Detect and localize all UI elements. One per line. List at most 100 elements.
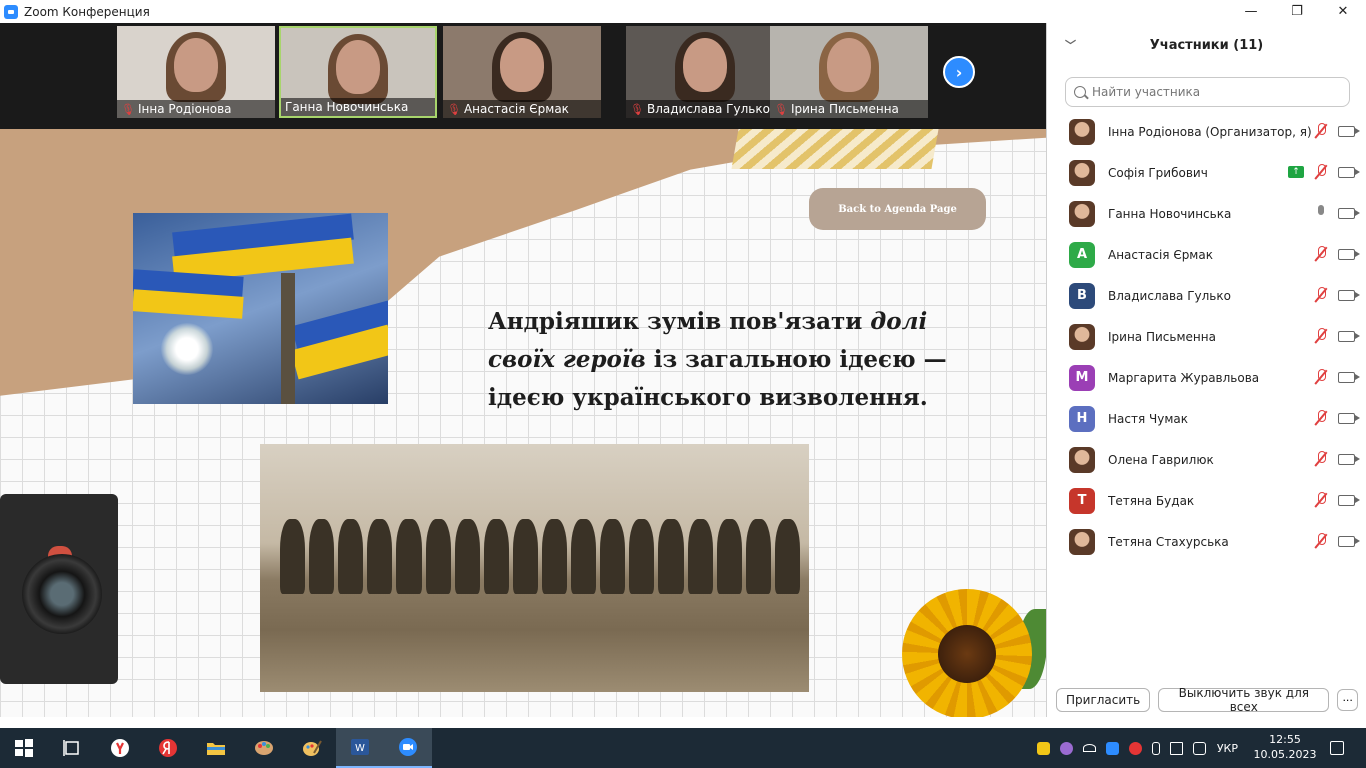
avatar: А: [1069, 241, 1095, 268]
battery-icon[interactable]: [1192, 741, 1206, 755]
more-options-button[interactable]: ···: [1337, 689, 1358, 711]
avatar: [1069, 200, 1095, 227]
word-icon: W: [351, 739, 369, 755]
video-thumbnail[interactable]: 🎙 Ірина Письменна: [770, 26, 928, 118]
participant-row[interactable]: Софія Грибович ↑: [1047, 152, 1366, 193]
mic-muted-icon: [1314, 492, 1328, 508]
screen-share-icon: ↑: [1288, 166, 1304, 178]
thumbnail-name: Анастасія Єрмак: [463, 102, 569, 116]
minimize-button[interactable]: —: [1228, 0, 1274, 23]
tray-app-icon[interactable]: [1036, 741, 1050, 755]
zoom-icon: [399, 738, 417, 756]
video-camera-icon: [1338, 248, 1360, 260]
yandex-tray-icon[interactable]: [1128, 741, 1142, 755]
quote-text-1: Андріяшик зумів пов'язати: [488, 308, 871, 335]
system-tray: УКР 12:55 10.05.2023: [1032, 728, 1366, 768]
thumbnail-name: Ірина Письменна: [790, 102, 899, 116]
video-camera-icon: [1338, 330, 1360, 342]
search-input[interactable]: [1092, 85, 1332, 99]
start-button[interactable]: [0, 728, 48, 768]
sunflower-decoration: [902, 589, 1046, 717]
thumbnail-name: Владислава Гулько: [646, 102, 770, 116]
mute-all-button[interactable]: Выключить звук для всех: [1158, 686, 1330, 714]
slide-quote: Андріяшик зумів пов'язати долі своїх гер…: [488, 303, 948, 417]
avatar: М: [1069, 364, 1095, 391]
participant-row[interactable]: Ірина Письменна: [1047, 316, 1366, 357]
task-view-icon: [63, 740, 79, 756]
avatar: [1069, 118, 1095, 145]
historical-soldiers-photo: [260, 444, 809, 692]
next-page-icon[interactable]: ›: [943, 56, 975, 88]
participant-row[interactable]: Н Настя Чумак: [1047, 398, 1366, 439]
panel-header: ﹀ Участники (11): [1047, 23, 1366, 67]
yandex-browser-icon: [111, 739, 129, 757]
task-view-button[interactable]: [48, 728, 96, 768]
ukrainian-flags-image: [133, 213, 388, 404]
file-explorer-button[interactable]: [192, 728, 240, 768]
video-camera-icon: [1338, 535, 1360, 547]
participant-row[interactable]: А Анастасія Єрмак: [1047, 234, 1366, 275]
video-thumbnail[interactable]: 🎙 Владислава Гулько: [626, 26, 784, 118]
zoom-tray-icon[interactable]: [1105, 741, 1119, 755]
video-strip: 🎙 Інна Родіонова Ганна Новочинська 🎙 Анаст…: [0, 23, 1046, 129]
participant-row[interactable]: М Маргарита Журавльова: [1047, 357, 1366, 398]
yandex-browser-button[interactable]: [96, 728, 144, 768]
video-camera-icon: [1338, 207, 1360, 219]
language-indicator[interactable]: УКР: [1217, 742, 1238, 755]
collapse-chevron-icon[interactable]: ﹀: [1065, 37, 1076, 53]
avatar: [1069, 159, 1095, 186]
participants-panel: ﹀ Участники (11) Інна Родіонова (Организ…: [1046, 23, 1366, 717]
participant-search[interactable]: [1065, 77, 1350, 107]
video-thumbnail-active-speaker[interactable]: Ганна Новочинська: [279, 26, 437, 118]
washi-tape-decoration: [731, 129, 939, 169]
mic-muted-icon: 🎙: [774, 102, 788, 116]
shared-slide: Back to Agenda Page Андріяшик зумів пов'…: [0, 129, 1046, 717]
thumbnail-name: Інна Родіонова: [137, 102, 232, 116]
volume-icon[interactable]: [1151, 741, 1160, 755]
paint-brush-icon: [303, 740, 322, 756]
title-bar: Zoom Конференция — ❐ ✕: [0, 0, 1366, 23]
sun-glare: [161, 323, 213, 375]
keyboard-icon[interactable]: [1169, 741, 1183, 755]
thumbnail-name: Ганна Новочинська: [285, 100, 409, 114]
palette-icon: [255, 741, 273, 755]
participant-row[interactable]: Олена Гаврилюк: [1047, 439, 1366, 480]
maximize-button[interactable]: ❐: [1274, 0, 1320, 23]
video-thumbnail[interactable]: 🎙 Інна Родіонова: [117, 26, 275, 118]
paint-3d-button[interactable]: [288, 728, 336, 768]
participant-row[interactable]: В Владислава Гулько: [1047, 275, 1366, 316]
back-to-agenda-button[interactable]: Back to Agenda Page: [809, 188, 986, 230]
yandex-button[interactable]: [144, 728, 192, 768]
notifications-icon[interactable]: [1330, 741, 1344, 755]
participant-row[interactable]: Т Тетяна Будак: [1047, 480, 1366, 521]
close-button[interactable]: ✕: [1320, 0, 1366, 23]
participant-list: Інна Родіонова (Организатор, я) Софія Гри…: [1047, 111, 1366, 562]
clock-date: 10.05.2023: [1253, 748, 1317, 761]
search-icon: [1074, 86, 1086, 98]
invite-button[interactable]: Пригласить: [1056, 688, 1151, 712]
participant-row[interactable]: Інна Родіонова (Организатор, я): [1047, 111, 1366, 152]
paint-button[interactable]: [240, 728, 288, 768]
windows-logo-icon: [15, 739, 33, 757]
word-button[interactable]: W: [336, 728, 384, 768]
viber-icon[interactable]: [1059, 741, 1073, 755]
participant-row[interactable]: Ганна Новочинська: [1047, 193, 1366, 234]
mic-muted-icon: [1314, 328, 1328, 344]
mic-muted-icon: 🎙: [447, 102, 461, 116]
folder-icon: [207, 743, 225, 755]
participant-row[interactable]: Тетяна Стахурська: [1047, 521, 1366, 562]
zoom-taskbar-button[interactable]: [384, 728, 432, 768]
yandex-icon: [159, 739, 177, 757]
mic-muted-icon: 🎙: [630, 102, 644, 116]
monument-column: [281, 273, 295, 404]
panel-footer: Пригласить Выключить звук для всех ···: [1047, 686, 1366, 714]
mic-muted-icon: [1314, 369, 1328, 385]
windows-taskbar: W УКР 12:55 10.05.2023: [0, 728, 1366, 768]
clock[interactable]: 12:55 10.05.2023: [1250, 733, 1320, 763]
video-camera-icon: [1338, 371, 1360, 383]
video-camera-icon: [1338, 166, 1360, 178]
avatar: [1069, 446, 1095, 473]
wifi-icon[interactable]: [1082, 744, 1096, 752]
video-thumbnail[interactable]: 🎙 Анастасія Єрмак: [443, 26, 601, 118]
panel-title: Участники (11): [1149, 37, 1264, 53]
